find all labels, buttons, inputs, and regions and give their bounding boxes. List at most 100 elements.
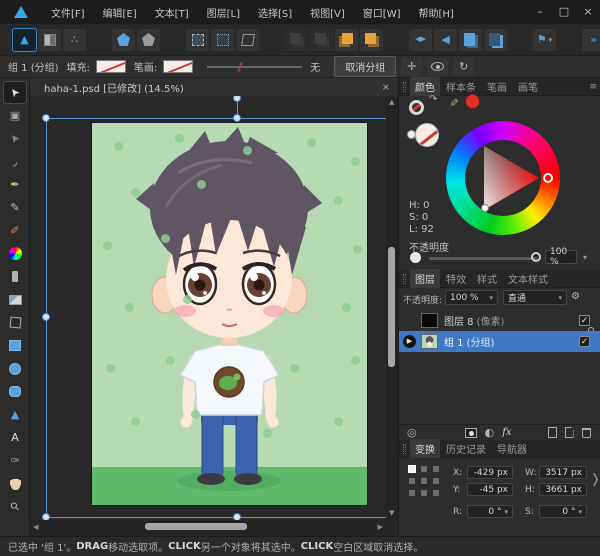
eyedropper-icon[interactable]: ✎ <box>447 98 460 107</box>
color-panel-tab[interactable]: 画笔 <box>513 77 543 96</box>
color-panel-tab[interactable]: 笔画 <box>482 77 512 96</box>
selection-edge-bottom[interactable] <box>46 517 386 518</box>
expand-group-icon[interactable]: ▶ <box>403 335 416 348</box>
anchor-point[interactable] <box>409 478 415 484</box>
menu-item[interactable]: 选择[S] <box>249 1 301 24</box>
selection-handle-bottom-left[interactable] <box>42 513 50 520</box>
artwork-image[interactable] <box>92 123 367 505</box>
transform-r-input[interactable]: 0 °▾ <box>467 505 513 518</box>
layer-row[interactable]: ▶组 1(分组)✓ <box>399 331 600 352</box>
transform-panel-tab[interactable]: 导航器 <box>492 439 532 458</box>
node-connections-button[interactable]: ∴ <box>63 29 86 51</box>
crop-tool[interactable] <box>4 312 26 333</box>
color-panel-tab[interactable]: 样本条 <box>441 77 481 96</box>
pencil-tool[interactable]: ✎ <box>4 197 26 218</box>
wh-link-icon[interactable]: ❭ <box>590 472 600 487</box>
fill-swatch-none[interactable] <box>96 60 126 73</box>
scroll-right-icon[interactable]: ▶ <box>378 523 383 531</box>
blend-mode-dropdown[interactable]: 直通▾ <box>503 290 567 305</box>
marquee-dotted-button[interactable] <box>211 29 234 51</box>
maximize-button[interactable]: □ <box>552 0 576 24</box>
menu-item[interactable]: 视图[V] <box>301 1 354 24</box>
scroll-left-icon[interactable]: ◀ <box>33 523 38 531</box>
vector-brush-tool[interactable]: ✐ <box>4 220 26 241</box>
anchor-point[interactable] <box>433 466 439 472</box>
transform-s-input[interactable]: 0 °▾ <box>539 505 587 518</box>
menu-item[interactable]: 文件[F] <box>42 1 94 24</box>
artboard-tool[interactable]: ▣ <box>4 105 26 126</box>
insert-behind-button[interactable] <box>137 29 160 51</box>
horizontal-scrollbar[interactable]: ◀ ▶ <box>30 520 386 534</box>
blend-options-gear-icon[interactable]: ⚙ <box>571 291 580 302</box>
stroke-color-well[interactable] <box>409 100 424 115</box>
opacity-slider[interactable] <box>429 257 537 260</box>
affinity-home-button[interactable]: ▲ <box>13 29 36 51</box>
order-back-button[interactable] <box>484 29 507 51</box>
layer-effects-button[interactable]: fx <box>502 428 511 438</box>
ungroup-button[interactable]: 取消分组 <box>334 56 396 77</box>
anchor-point[interactable] <box>433 478 439 484</box>
arrange-up-button[interactable] <box>285 29 308 51</box>
rounded-rectangle-tool[interactable] <box>4 381 26 402</box>
vertical-scrollbar-thumb[interactable] <box>388 247 395 367</box>
layer-row[interactable]: 图层 8(像素)✓ <box>399 310 600 331</box>
opacity-slider-knob[interactable] <box>531 252 541 262</box>
rotation-handle[interactable] <box>233 96 241 102</box>
transform-x-input[interactable]: -429 px <box>467 466 513 479</box>
opacity-value-box[interactable]: 100 % <box>545 250 577 264</box>
stroke-swatch-none[interactable] <box>163 60 193 73</box>
arrange-down-button[interactable] <box>310 29 333 51</box>
horizontal-scrollbar-thumb[interactable] <box>145 523 247 530</box>
stroke-width-slider[interactable] <box>207 66 302 68</box>
order-front-button[interactable] <box>459 29 482 51</box>
mask-layer-button[interactable] <box>465 428 477 438</box>
flip-horizontal-button[interactable]: ◀▶ <box>409 29 432 51</box>
minimize-button[interactable]: – <box>528 0 552 24</box>
layers-opacity-dropdown[interactable]: 100 %▾ <box>445 290 498 305</box>
transform-y-input[interactable]: -45 px <box>467 483 513 496</box>
selection-handle-bottom-center[interactable] <box>233 513 241 520</box>
rectangle-tool[interactable] <box>4 335 26 356</box>
anchor-point[interactable] <box>421 490 427 496</box>
anchor-point-selector[interactable] <box>409 466 439 496</box>
anchor-point[interactable] <box>409 466 415 472</box>
marquee-solid-button[interactable] <box>186 29 209 51</box>
panel-grip-icon[interactable] <box>403 82 406 92</box>
secondary-color-well[interactable] <box>407 130 416 139</box>
adjustment-layer-button[interactable]: ◐ <box>485 427 495 438</box>
panel-grip-icon[interactable] <box>403 444 406 454</box>
layers-panel-tab[interactable]: 图层 <box>410 269 440 288</box>
preview-toggle-button[interactable] <box>427 58 448 76</box>
place-image-tool[interactable] <box>4 289 26 310</box>
transform-h-input[interactable]: 3661 px <box>539 483 587 496</box>
move-anchor-button[interactable]: ✛ <box>401 58 422 76</box>
snapping-button[interactable]: ⚑▾ <box>533 29 556 51</box>
picked-color-swatch[interactable] <box>465 94 480 109</box>
transform-w-input[interactable]: 3517 px <box>539 466 587 479</box>
menu-item[interactable]: 窗口[W] <box>354 1 410 24</box>
menu-item[interactable]: 图层[L] <box>198 1 249 24</box>
fill-color-well[interactable] <box>415 123 439 147</box>
toolbar-overflow-button[interactable]: » <box>582 29 600 51</box>
swap-fill-stroke-icon[interactable]: ↷ <box>429 94 437 105</box>
menu-item[interactable]: 帮助[H] <box>410 1 463 24</box>
zoom-tool[interactable]: ⚲ <box>4 496 26 517</box>
panel-grip-icon[interactable] <box>403 274 406 284</box>
close-button[interactable]: × <box>576 0 600 24</box>
text-tool[interactable]: A <box>4 427 26 448</box>
ellipse-tool[interactable] <box>4 358 26 379</box>
anchor-point[interactable] <box>421 478 427 484</box>
edit-all-layers-toggle[interactable]: ◎ <box>407 427 417 438</box>
fill-tool[interactable] <box>4 266 26 287</box>
pan-tool[interactable] <box>4 473 26 494</box>
triangle-tool[interactable]: ▲ <box>4 404 26 425</box>
opacity-dropdown-icon[interactable]: ▾ <box>583 253 587 262</box>
transform-panel-tab[interactable]: 历史记录 <box>441 439 491 458</box>
corner-tool[interactable]: ◞ <box>4 151 26 172</box>
pen-tool[interactable]: ✒ <box>4 174 26 195</box>
close-tab-icon[interactable]: × <box>382 82 390 93</box>
ui-grid-toggle-button[interactable] <box>38 29 61 51</box>
delete-layer-button[interactable] <box>582 428 591 438</box>
menu-item[interactable]: 文本[T] <box>146 1 198 24</box>
saturation-triangle[interactable] <box>465 140 541 216</box>
